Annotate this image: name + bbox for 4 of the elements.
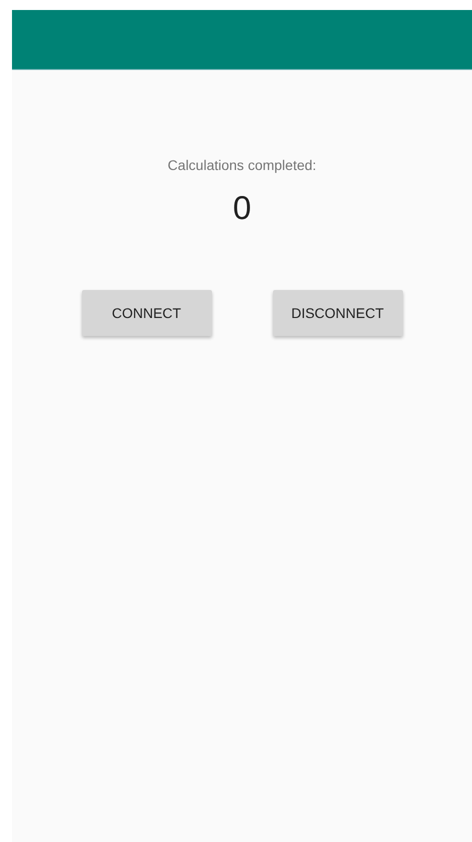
disconnect-button[interactable]: DISCONNECT xyxy=(272,290,402,336)
connect-button[interactable]: CONNECT xyxy=(82,290,212,336)
counter-value: 0 xyxy=(232,189,252,227)
counter-label: Calculations completed: xyxy=(168,156,316,174)
